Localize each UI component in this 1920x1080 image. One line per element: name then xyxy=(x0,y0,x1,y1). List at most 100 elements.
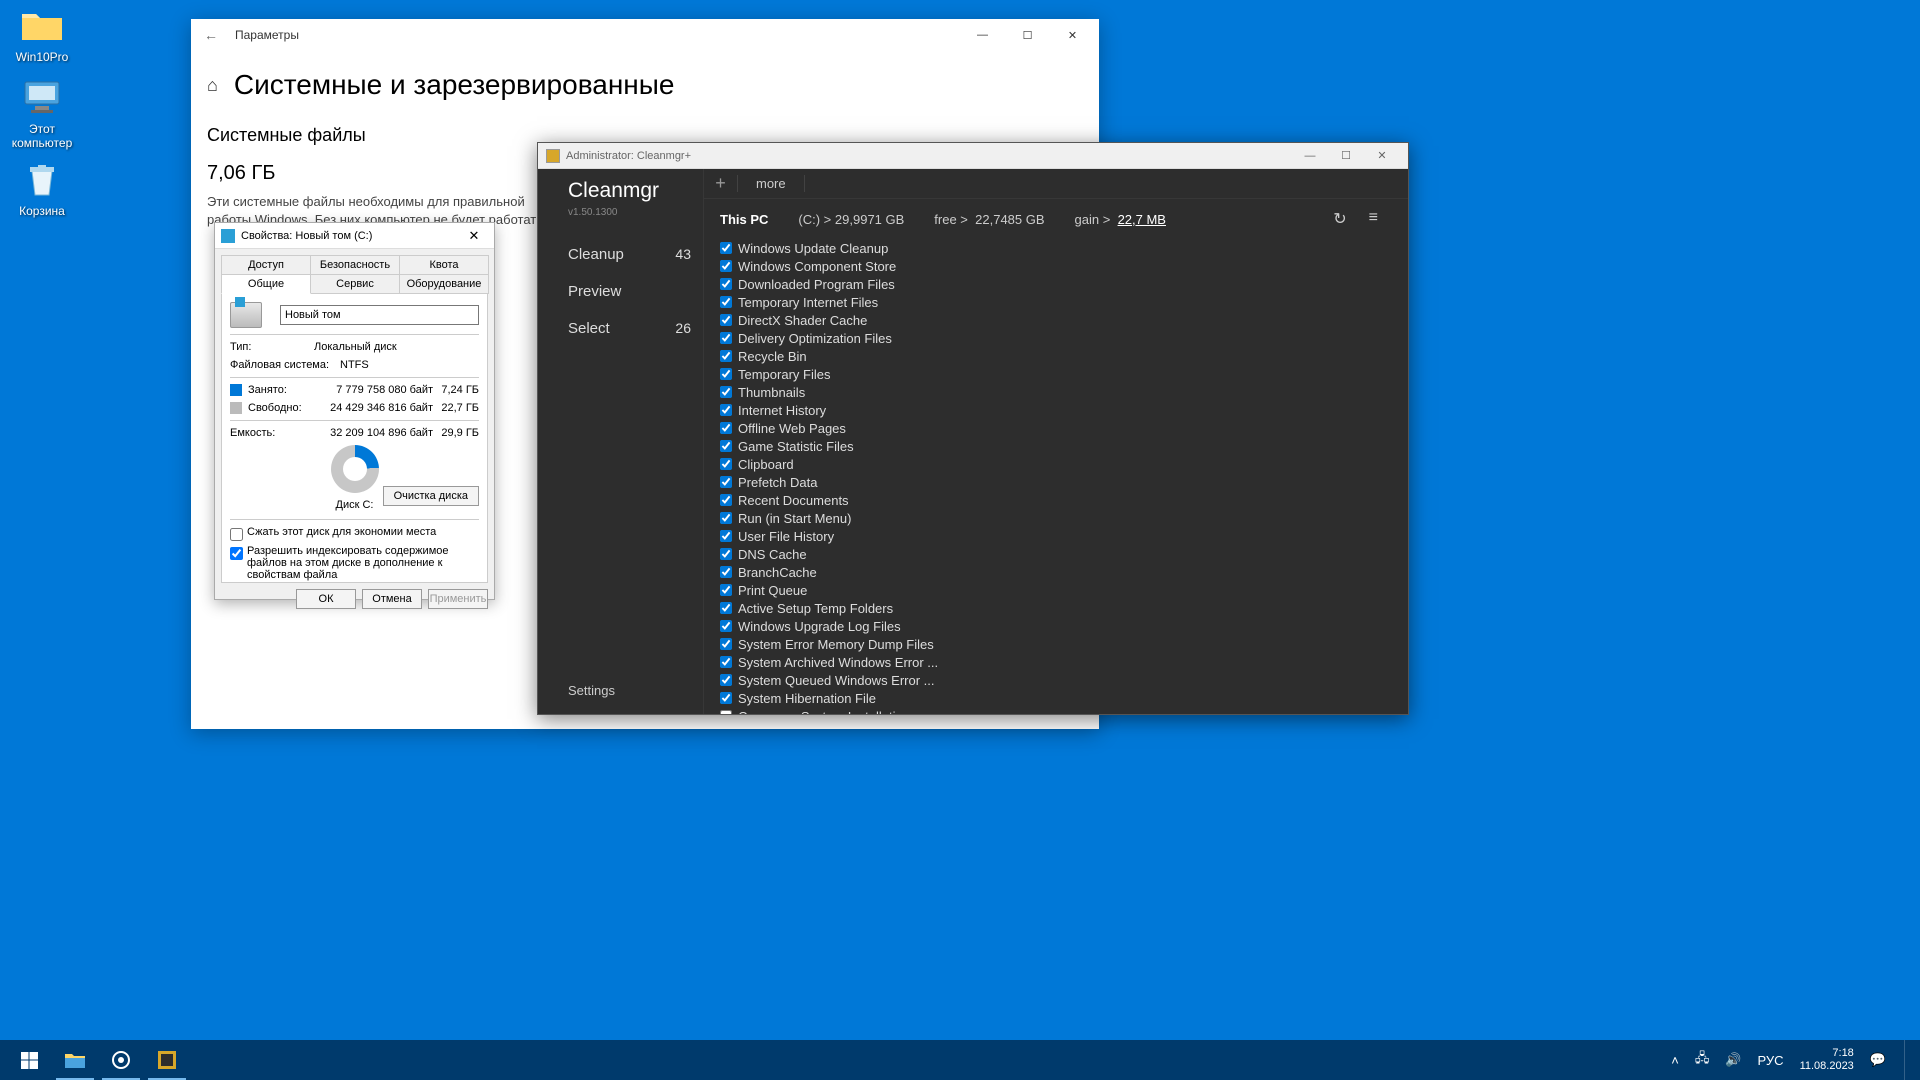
start-button[interactable] xyxy=(6,1040,52,1080)
props-titlebar[interactable]: Свойства: Новый том (C:) ✕ xyxy=(215,223,494,249)
cleanmgr-titlebar[interactable]: Administrator: Cleanmgr+ — ☐ ✕ xyxy=(538,143,1408,169)
cleanup-item[interactable]: Recent Documents xyxy=(720,491,1408,509)
taskbar-settings[interactable] xyxy=(98,1040,144,1080)
compress-checkbox[interactable]: Сжать этот диск для экономии места xyxy=(230,526,479,541)
cleanup-item[interactable]: BranchCache xyxy=(720,563,1408,581)
cleanup-item[interactable]: DirectX Shader Cache xyxy=(720,311,1408,329)
menu-icon[interactable]: ≡ xyxy=(1369,209,1378,229)
cleanup-item-checkbox[interactable] xyxy=(720,530,732,542)
more-menu[interactable]: more xyxy=(738,175,805,192)
cleanup-item-checkbox[interactable] xyxy=(720,638,732,650)
tab-service[interactable]: Сервис xyxy=(310,274,400,294)
add-button[interactable]: + xyxy=(704,175,738,192)
cleanup-item-checkbox[interactable] xyxy=(720,404,732,416)
cleanup-item[interactable]: Downloaded Program Files xyxy=(720,275,1408,293)
cleanup-item[interactable]: Internet History xyxy=(720,401,1408,419)
desktop-shortcut-win10pro[interactable]: Win10Pro xyxy=(4,6,80,64)
cleanup-item-checkbox[interactable] xyxy=(720,620,732,632)
nav-preview[interactable]: Preview xyxy=(568,273,703,310)
cleanup-item-checkbox[interactable] xyxy=(720,296,732,308)
cleanup-item-checkbox[interactable] xyxy=(720,386,732,398)
cleanup-item-checkbox[interactable] xyxy=(720,512,732,524)
disk-cleanup-button[interactable]: Очистка диска xyxy=(383,486,479,506)
minimize-button[interactable]: — xyxy=(1292,144,1328,168)
cleanup-item[interactable]: DNS Cache xyxy=(720,545,1408,563)
cleanup-item[interactable]: Prefetch Data xyxy=(720,473,1408,491)
taskbar-explorer[interactable] xyxy=(52,1040,98,1080)
cleanup-item[interactable]: Print Queue xyxy=(720,581,1408,599)
tray-lang[interactable]: РУС xyxy=(1754,1053,1788,1068)
cleanup-item[interactable]: System Archived Windows Error ... xyxy=(720,653,1408,671)
tray-network-icon[interactable]: 🖧 xyxy=(1691,1049,1714,1071)
tab-security[interactable]: Безопасность xyxy=(310,255,400,274)
tray-volume-icon[interactable]: 🔊 xyxy=(1721,1052,1745,1068)
close-button[interactable]: ✕ xyxy=(1050,20,1095,50)
cleanup-item-checkbox[interactable] xyxy=(720,368,732,380)
cleanup-item[interactable]: Run (in Start Menu) xyxy=(720,509,1408,527)
cleanup-item[interactable]: Active Setup Temp Folders xyxy=(720,599,1408,617)
cleanup-item-checkbox[interactable] xyxy=(720,602,732,614)
cleanup-item[interactable]: Recycle Bin xyxy=(720,347,1408,365)
cleanup-item-checkbox[interactable] xyxy=(720,710,732,714)
cleanup-item-checkbox[interactable] xyxy=(720,242,732,254)
tab-hardware[interactable]: Оборудование xyxy=(399,274,489,294)
ok-button[interactable]: ОК xyxy=(296,589,356,609)
cleanup-item-checkbox[interactable] xyxy=(720,674,732,686)
tab-quota[interactable]: Квота xyxy=(399,255,489,274)
nav-select[interactable]: Select26 xyxy=(568,310,703,347)
cleanup-item[interactable]: System Hibernation File xyxy=(720,689,1408,707)
back-button[interactable]: ← xyxy=(195,27,227,43)
tray-chevron-icon[interactable]: ˄ xyxy=(1667,1053,1683,1068)
minimize-button[interactable]: — xyxy=(960,20,1005,50)
cleanup-item[interactable]: Thumbnails xyxy=(720,383,1408,401)
cleanup-item[interactable]: System Error Memory Dump Files xyxy=(720,635,1408,653)
tab-general[interactable]: Общие xyxy=(221,274,311,294)
cleanup-item-checkbox[interactable] xyxy=(720,584,732,596)
cleanup-item-checkbox[interactable] xyxy=(720,422,732,434)
cleanup-item-checkbox[interactable] xyxy=(720,332,732,344)
nav-cleanup[interactable]: Cleanup43 xyxy=(568,236,703,273)
cleanup-item[interactable]: Windows Upgrade Log Files xyxy=(720,617,1408,635)
cleanup-item-checkbox[interactable] xyxy=(720,350,732,362)
maximize-button[interactable]: ☐ xyxy=(1005,20,1050,50)
cleanup-item[interactable]: Windows Component Store xyxy=(720,257,1408,275)
close-button[interactable]: ✕ xyxy=(1364,144,1400,168)
volume-name-input[interactable] xyxy=(280,305,479,325)
taskbar-cleanmgr[interactable] xyxy=(144,1040,190,1080)
cleanup-item-checkbox[interactable] xyxy=(720,260,732,272)
settings-titlebar[interactable]: ← Параметры — ☐ ✕ xyxy=(191,19,1099,51)
nav-settings[interactable]: Settings xyxy=(568,683,703,704)
cleanup-item[interactable]: Compress System Installation xyxy=(720,707,1408,714)
cleanup-item-checkbox[interactable] xyxy=(720,458,732,470)
cleanup-item-checkbox[interactable] xyxy=(720,494,732,506)
refresh-icon[interactable]: ↻ xyxy=(1333,209,1346,229)
cleanup-item-checkbox[interactable] xyxy=(720,566,732,578)
cleanup-item[interactable]: Temporary Files xyxy=(720,365,1408,383)
cleanup-item-checkbox[interactable] xyxy=(720,476,732,488)
home-icon[interactable]: ⌂ xyxy=(207,75,218,96)
tab-access[interactable]: Доступ xyxy=(221,255,311,274)
show-desktop-button[interactable] xyxy=(1904,1040,1910,1080)
taskbar-clock[interactable]: 7:18 11.08.2023 xyxy=(1796,1047,1858,1073)
close-button[interactable]: ✕ xyxy=(460,228,488,244)
desktop-shortcut-this-pc[interactable]: Этот компьютер xyxy=(4,78,80,150)
desktop-shortcut-recycle-bin[interactable]: Корзина xyxy=(4,160,80,218)
cleanup-item[interactable]: Delivery Optimization Files xyxy=(720,329,1408,347)
tray-notifications-icon[interactable]: 💬 xyxy=(1866,1052,1890,1068)
cleanup-item-checkbox[interactable] xyxy=(720,278,732,290)
cleanup-item[interactable]: Windows Update Cleanup xyxy=(720,239,1408,257)
cleanup-item-checkbox[interactable] xyxy=(720,692,732,704)
cleanup-item[interactable]: User File History xyxy=(720,527,1408,545)
cleanup-item-checkbox[interactable] xyxy=(720,548,732,560)
index-checkbox[interactable]: Разрешить индексировать содержимое файло… xyxy=(230,545,479,581)
cleanup-item-checkbox[interactable] xyxy=(720,656,732,668)
cleanup-item[interactable]: Offline Web Pages xyxy=(720,419,1408,437)
cleanup-item[interactable]: Game Statistic Files xyxy=(720,437,1408,455)
cancel-button[interactable]: Отмена xyxy=(362,589,422,609)
apply-button[interactable]: Применить xyxy=(428,589,488,609)
cleanup-item-checkbox[interactable] xyxy=(720,314,732,326)
cleanup-item[interactable]: Temporary Internet Files xyxy=(720,293,1408,311)
maximize-button[interactable]: ☐ xyxy=(1328,144,1364,168)
cleanup-item[interactable]: Clipboard xyxy=(720,455,1408,473)
cleanup-item-checkbox[interactable] xyxy=(720,440,732,452)
